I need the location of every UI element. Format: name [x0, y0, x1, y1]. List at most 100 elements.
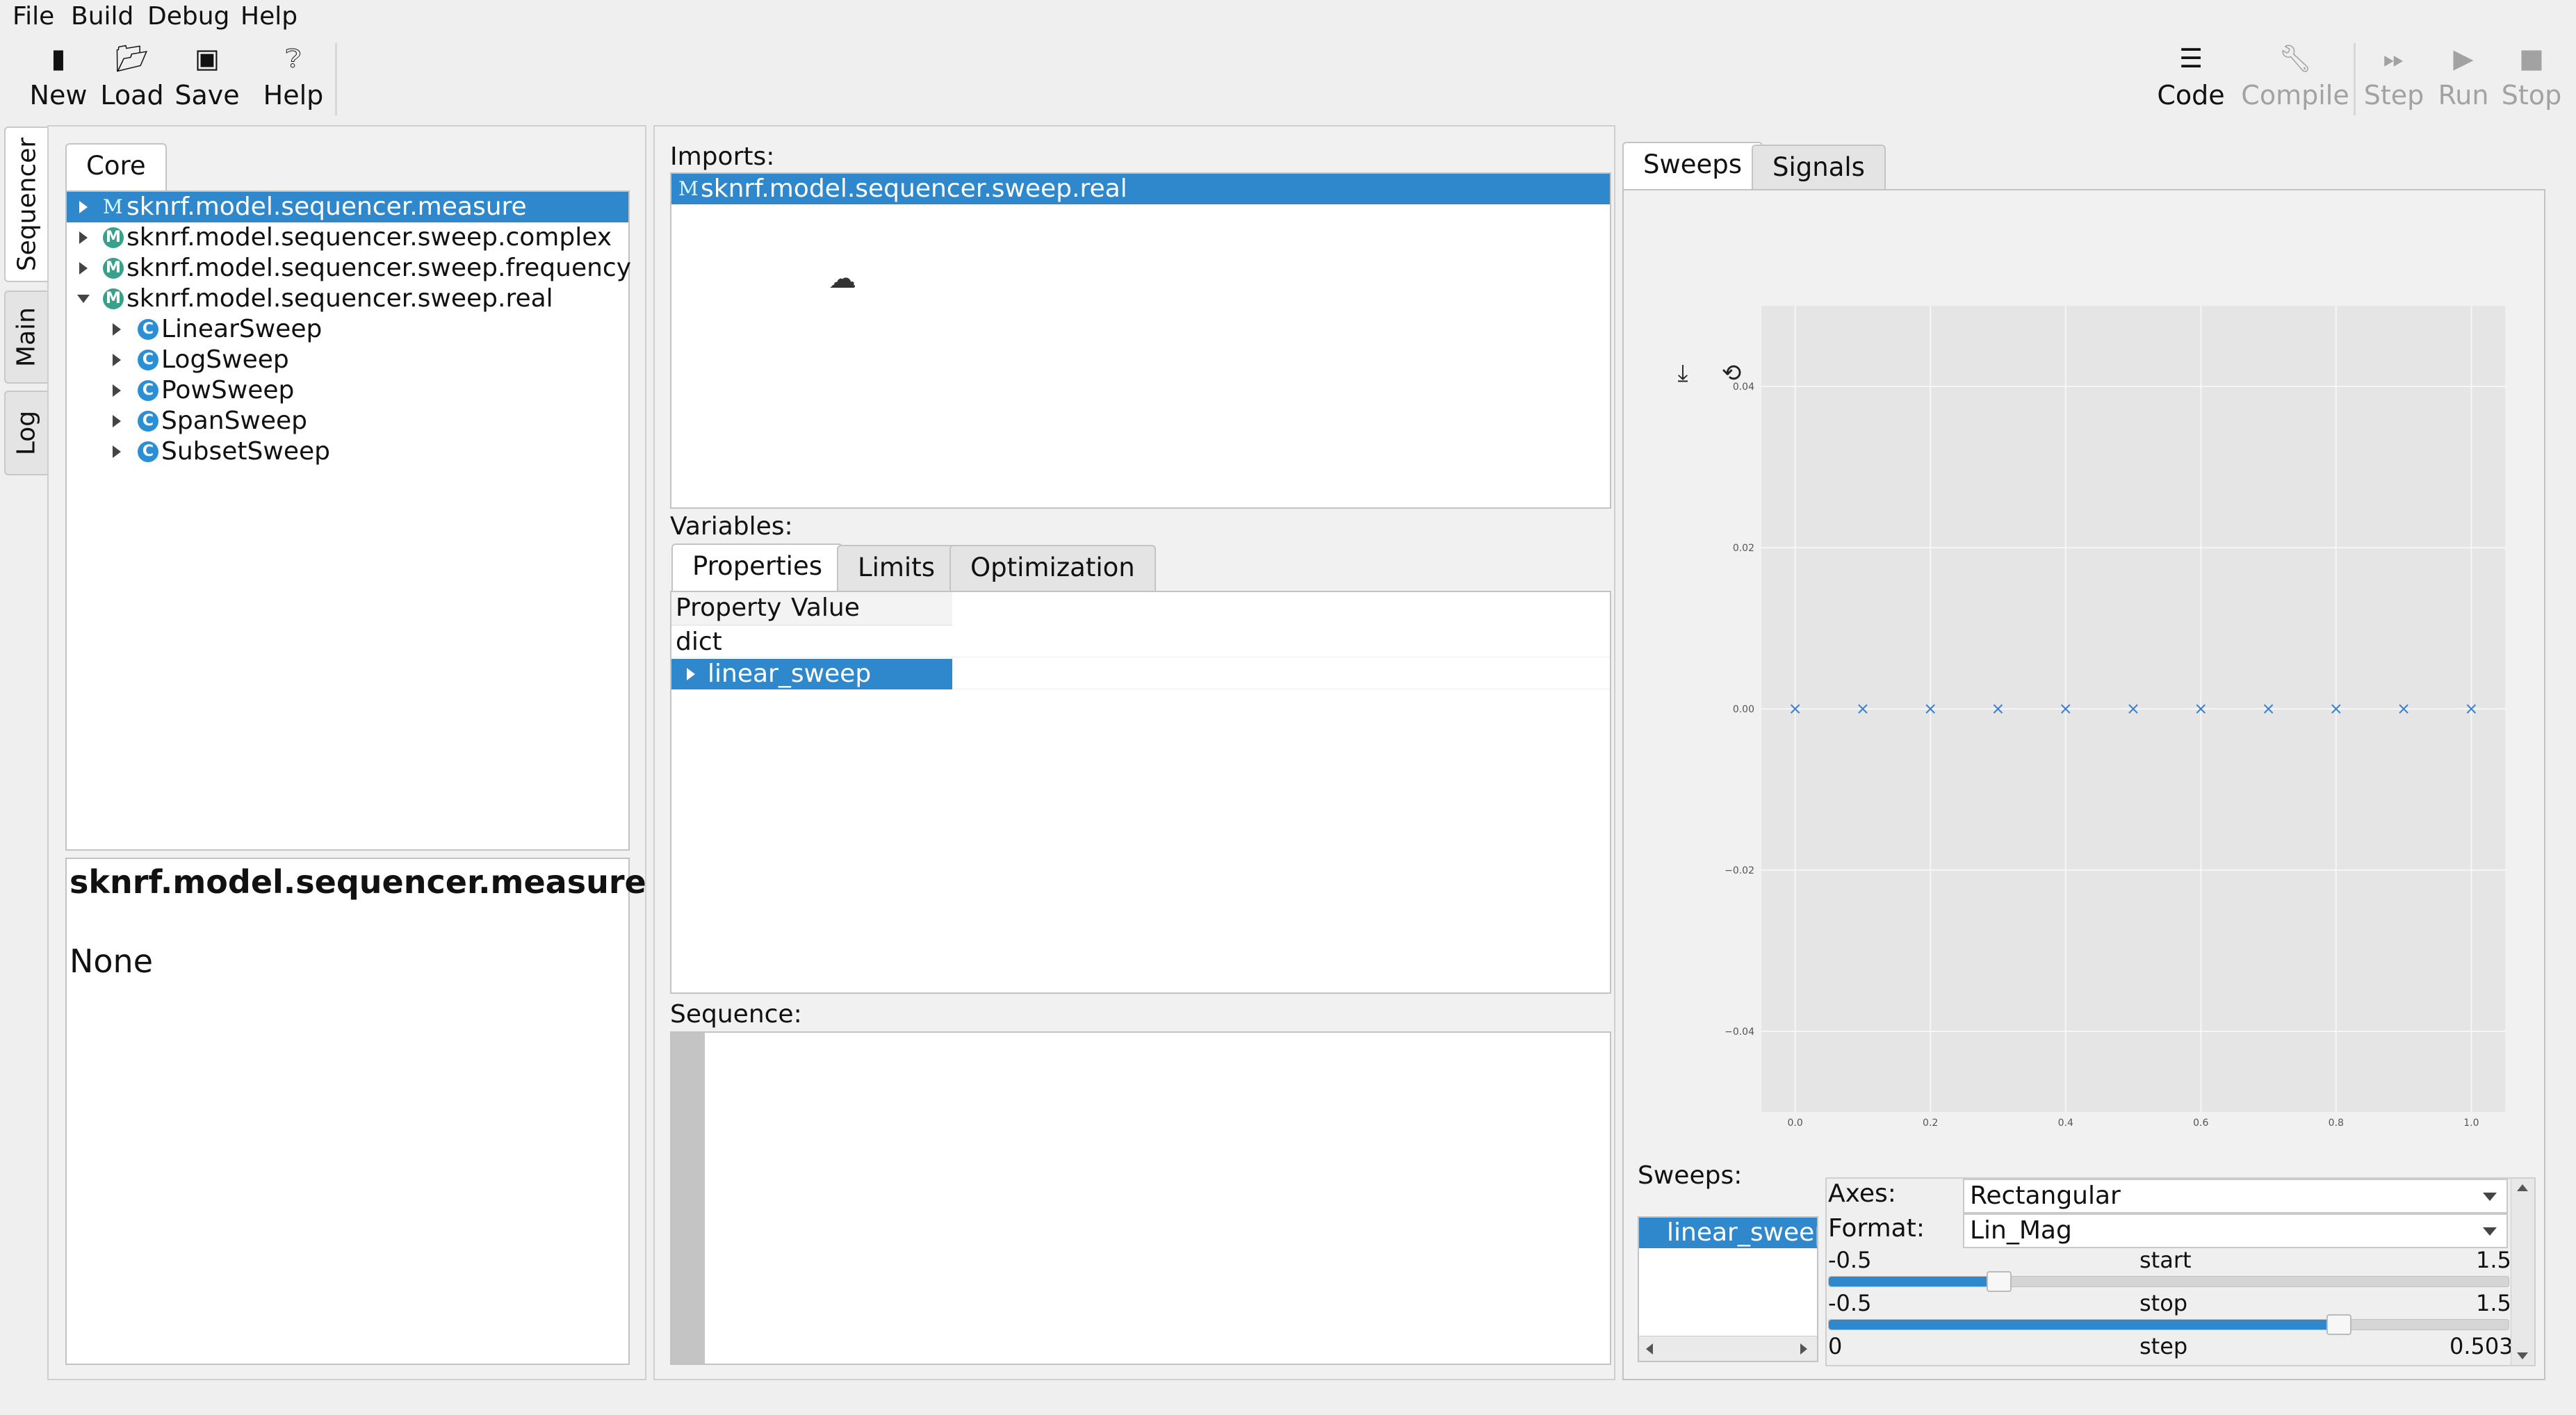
tab-signals[interactable]: Signals — [1752, 145, 1886, 190]
properties-table[interactable]: Property Value dict linear_sweep — [670, 591, 1611, 994]
expand-arrow-icon[interactable] — [113, 323, 121, 336]
class-icon: C — [138, 411, 158, 432]
tab-main[interactable]: Main — [4, 291, 49, 384]
scroll-down-icon[interactable] — [2517, 1352, 2528, 1359]
sweeps-list[interactable]: linear_sweep — [1638, 1216, 1818, 1362]
tree-item-sweep-real[interactable]: M sknrf.model.sequencer.sweep.real — [67, 284, 628, 314]
slider-handle[interactable] — [1986, 1271, 2012, 1292]
axes-dropdown[interactable]: Rectangular — [1963, 1179, 2508, 1213]
axes-label: Axes: — [1828, 1179, 1896, 1208]
class-icon: C — [138, 441, 158, 462]
scroll-left-icon[interactable] — [1646, 1343, 1653, 1355]
expand-arrow-icon[interactable] — [113, 384, 121, 397]
folder-open-icon: 📂︎ — [115, 43, 149, 74]
line-number-gutter — [671, 1033, 705, 1364]
x-tick-label: 0.4 — [2058, 1118, 2073, 1129]
tree-item-class[interactable]: C SpanSweep — [67, 406, 628, 436]
tree-item-class[interactable]: C LogSweep — [67, 345, 628, 375]
tab-sequencer[interactable]: Sequencer — [4, 126, 49, 282]
tree-item-class[interactable]: C SubsetSweep — [67, 436, 628, 467]
sequence-editor[interactable] — [670, 1031, 1611, 1365]
expand-arrow-icon[interactable] — [113, 415, 121, 427]
plot-svg: 0.0 0.2 0.4 0.6 0.8 1.0 0.04 0.02 0.00 −0.02 −0.04 — [1725, 306, 2505, 1129]
tab-core[interactable]: Core — [65, 143, 167, 192]
new-button[interactable]: ▮ New — [17, 39, 100, 113]
menu-file[interactable]: File — [13, 1, 54, 32]
tab-optimization[interactable]: Optimization — [949, 545, 1156, 591]
expand-arrow-icon[interactable] — [79, 231, 88, 244]
tree-item-class[interactable]: C LinearSweep — [67, 314, 628, 345]
sweep-settings: Axes: Rectangular Format: Lin_Mag -0.5 s… — [1825, 1177, 2536, 1366]
class-icon: C — [138, 350, 158, 370]
collapse-arrow-icon[interactable] — [77, 295, 90, 303]
start-slider[interactable] — [1828, 1271, 2509, 1292]
wrench-icon: 🔧︎ — [2278, 43, 2313, 74]
stop-slider[interactable] — [1828, 1314, 2509, 1335]
table-header: Property Value — [671, 592, 952, 625]
expand-arrow-icon[interactable] — [79, 262, 88, 275]
toolbar: ▮ New 📂︎ Load ▣ Save ❔︎ Help ☰ Code 🔧︎ C… — [0, 33, 2576, 124]
stop-icon: ■ — [2519, 43, 2544, 74]
tree-item-measure[interactable]: M sknrf.model.sequencer.measure — [67, 192, 628, 222]
tree-item-sweep-complex[interactable]: M sknrf.model.sequencer.sweep.complex — [67, 222, 628, 253]
table-row[interactable]: linear_sweep — [671, 659, 1610, 689]
module-tree[interactable]: M sknrf.model.sequencer.measure M sknrf.… — [65, 190, 631, 851]
stop-button[interactable]: ■ Stop — [2490, 39, 2573, 113]
imports-list[interactable]: M sknrf.model.sequencer.sweep.real ☁︎ — [670, 172, 1611, 509]
variables-label: Variables: — [670, 512, 793, 541]
save-button[interactable]: ▣ Save — [165, 39, 249, 113]
x-tick-label: 0.0 — [1788, 1118, 1803, 1129]
package-icon: M — [103, 288, 124, 309]
sweep-item[interactable]: linear_sweep — [1639, 1218, 1817, 1248]
question-icon: ❔︎ — [285, 43, 302, 74]
pan-cursor-icon: ☁︎ — [829, 263, 856, 295]
menu-bar: File Build Debug Help — [0, 0, 2576, 33]
scroll-right-icon[interactable] — [1800, 1343, 1807, 1355]
code-button[interactable]: ☰ Code — [2149, 39, 2233, 113]
slider-handle[interactable] — [2326, 1314, 2351, 1335]
expand-arrow-icon[interactable] — [113, 445, 121, 458]
menu-debug[interactable]: Debug — [147, 1, 229, 32]
y-tick-label: 0.02 — [1733, 543, 1754, 554]
slider-name: start — [2139, 1247, 2192, 1273]
x-tick-label: 0.2 — [1923, 1118, 1938, 1129]
table-row[interactable]: dict — [671, 627, 1610, 657]
slider-fill — [1829, 1277, 1999, 1286]
y-tick-label: −0.02 — [1725, 865, 1754, 876]
sweep-plot[interactable]: 0.0 0.2 0.4 0.6 0.8 1.0 0.04 0.02 0.00 −0.02 −0.04 — [1692, 306, 2505, 1241]
slider-fill — [1829, 1320, 2339, 1330]
expand-arrow-icon[interactable] — [79, 201, 88, 213]
sequencer-left-pane: Core M sknrf.model.sequencer.measure M s… — [47, 125, 646, 1380]
menu-help[interactable]: Help — [241, 1, 297, 32]
horizontal-scrollbar[interactable] — [1639, 1336, 1817, 1361]
import-item[interactable]: M sknrf.model.sequencer.sweep.real — [671, 174, 1610, 204]
chevron-down-icon — [2483, 1193, 2497, 1201]
expand-arrow-icon[interactable] — [113, 354, 121, 366]
module-icon: M — [678, 177, 699, 200]
vertical-scrollbar[interactable] — [2511, 1179, 2534, 1365]
tab-properties[interactable]: Properties — [671, 543, 843, 592]
side-tab-bar: Sequencer Main Log — [4, 126, 49, 475]
tab-limits[interactable]: Limits — [837, 545, 956, 591]
slider-max: 0.503 — [2449, 1333, 2513, 1359]
tab-sweeps[interactable]: Sweeps — [1622, 142, 1763, 190]
module-icon: M — [103, 195, 123, 218]
class-icon: C — [138, 319, 158, 340]
y-tick-label: −0.04 — [1725, 1027, 1754, 1038]
x-tick-label: 1.0 — [2463, 1118, 2479, 1129]
scroll-up-icon[interactable] — [2517, 1184, 2528, 1191]
selected-cell[interactable]: linear_sweep — [671, 659, 952, 689]
expand-arrow-icon[interactable] — [687, 668, 695, 680]
tree-item-class[interactable]: C PowSweep — [67, 375, 628, 406]
load-button[interactable]: 📂︎ Load — [90, 39, 174, 113]
help-button[interactable]: ❔︎ Help — [252, 39, 335, 113]
tree-item-sweep-frequency[interactable]: M sknrf.model.sequencer.sweep.frequency — [67, 253, 631, 284]
compile-button[interactable]: 🔧︎ Compile — [2240, 39, 2351, 113]
tab-log[interactable]: Log — [4, 391, 49, 475]
doc-body: None — [70, 942, 154, 980]
y-tick-label: 0.00 — [1733, 704, 1754, 715]
slider-name: step — [2139, 1333, 2188, 1359]
format-dropdown[interactable]: Lin_Mag — [1963, 1213, 2508, 1248]
menu-build[interactable]: Build — [71, 1, 133, 32]
plot-right-pane: Sweeps Signals ⤓ ⟲ ⟳ ⊕ ⊖ ⨉ ◉ ⚲ ✖ 0.00.20… — [1622, 125, 2547, 1380]
